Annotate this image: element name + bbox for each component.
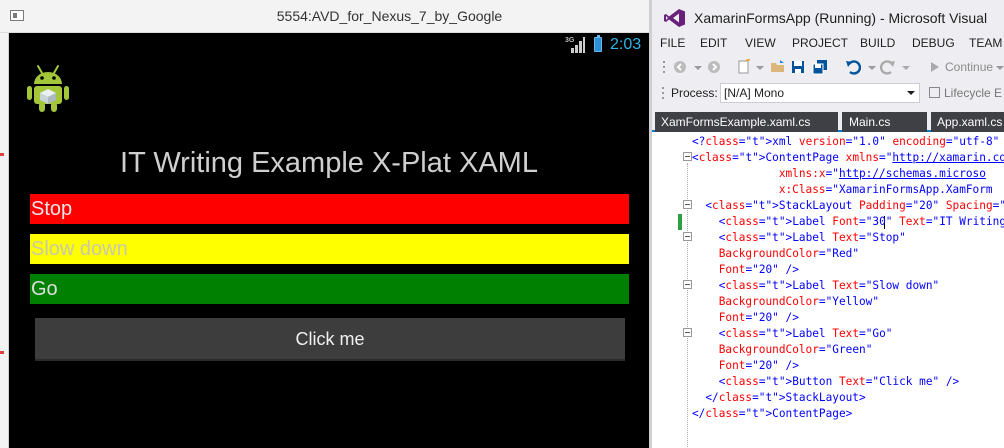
code-line: Font="20" /> [718, 359, 799, 372]
dropdown-arrow-icon[interactable] [752, 59, 768, 75]
menu-project[interactable]: PROJECT [792, 36, 848, 50]
tab-label: Main.cs [849, 115, 891, 129]
outline-collapse-icon[interactable] [683, 152, 692, 161]
menu-view[interactable]: VIEW [745, 36, 776, 50]
code-line: <class="t">Button Text="Click me" /> [692, 375, 960, 388]
vs-debug-location-toolbar: Process: [N/A] Mono Lifecycle E [652, 81, 1004, 106]
outline-collapse-icon[interactable] [683, 328, 692, 337]
code-line: Font="20" /> [718, 311, 799, 324]
menu-team[interactable]: TEAM [969, 36, 1002, 50]
tab-main-cs[interactable]: Main.cs [842, 112, 927, 132]
code-line: BackgroundColor="Red" [718, 247, 860, 260]
redo-icon[interactable] [880, 59, 896, 75]
vs-menu-bar: FILE EDIT VIEW PROJECT BUILD DEBUG TEAM [652, 33, 1004, 53]
visual-studio-window: XamarinFormsApp (Running) - Microsoft Vi… [652, 0, 1004, 448]
stop-label: Stop [30, 194, 629, 224]
code-line: x:Class="XamarinFormsApp.XamForm [778, 183, 993, 196]
outline-collapse-icon[interactable] [683, 280, 692, 289]
go-label: Go [30, 274, 629, 304]
click-me-button[interactable]: Click me [35, 318, 625, 361]
tab-label: App.xaml.cs [937, 115, 1003, 129]
tab-app-xaml-cs[interactable]: App.xaml.cs [931, 112, 1004, 132]
document-tab-strip: XamFormsExample.xaml.cs Main.cs App.xaml… [652, 112, 1004, 132]
navigate-forward-icon[interactable] [706, 59, 722, 75]
android-app-icon [27, 65, 69, 112]
open-folder-icon[interactable] [770, 59, 786, 75]
dropdown-arrow-icon[interactable] [898, 59, 914, 75]
editor-gutter [652, 132, 688, 448]
menu-debug[interactable]: DEBUG [912, 36, 955, 50]
changed-line-marker [678, 214, 682, 230]
visual-studio-logo-icon [664, 9, 685, 27]
tab-label: XamFormsExample.xaml.cs [661, 115, 811, 129]
lifecycle-icon [929, 87, 940, 98]
battery-icon [594, 35, 602, 52]
emulator-window-title: 5554:AVD_for_Nexus_7_by_Google [276, 8, 503, 24]
edge-marker [0, 351, 4, 354]
process-select[interactable]: [N/A] Mono [720, 83, 920, 103]
dropdown-arrow-icon[interactable] [864, 59, 880, 75]
vs-window-title: XamarinFormsApp (Running) - Microsoft Vi… [694, 10, 988, 26]
save-icon[interactable] [790, 59, 806, 75]
outline-collapse-icon[interactable] [683, 232, 692, 241]
process-label: Process: [671, 86, 718, 100]
outline-collapse-icon[interactable] [683, 200, 692, 209]
emulator-window: 5554:AVD_for_Nexus_7_by_Google 3G 2:03 I… [0, 0, 649, 448]
code-line: Font="20" /> [718, 263, 799, 276]
code-line: xmlns:x="http://schemas.microso [778, 167, 986, 180]
android-status-bar: 3G 2:03 [9, 33, 649, 58]
new-item-icon[interactable] [736, 59, 752, 75]
code-line: <?class="t">xml version="1.0" encoding="… [692, 135, 1000, 148]
code-line: BackgroundColor="Green" [718, 343, 873, 356]
continue-label[interactable]: Continue [945, 60, 993, 74]
dropdown-arrow-icon[interactable] [994, 59, 1004, 75]
save-all-icon[interactable] [812, 59, 828, 75]
emulator-side-edge [0, 33, 9, 448]
lifecycle-label: Lifecycle E [944, 86, 1003, 100]
undo-icon[interactable] [845, 59, 861, 75]
tab-xamformsexample-xaml-cs[interactable]: XamFormsExample.xaml.cs [655, 112, 838, 132]
vs-standard-toolbar: Continue [652, 54, 1004, 80]
code-line: </class="t">StackLayout> [692, 391, 866, 404]
code-line: <class="t">StackLayout Padding="20" Spac… [692, 199, 1004, 212]
menu-build[interactable]: BUILD [860, 36, 895, 50]
code-line: BackgroundColor="Yellow" [718, 295, 880, 308]
code-line: <class="t">Label Font="30" Text="IT Writ… [692, 215, 1004, 228]
signal-icon: 3G [565, 37, 585, 53]
dropdown-arrow-icon[interactable] [690, 59, 706, 75]
menu-file[interactable]: FILE [660, 36, 685, 50]
app-title-label: IT Writing Example X-Plat XAML [120, 147, 538, 179]
process-value: [N/A] Mono [724, 86, 785, 100]
device-screen: 3G 2:03 IT Writing Example X-Plat XAML S… [9, 33, 649, 448]
edge-marker [0, 153, 4, 156]
navigate-back-icon[interactable] [672, 59, 688, 75]
code-line: <class="t">Label Text="Go" [692, 327, 893, 340]
continue-icon[interactable] [927, 59, 943, 75]
status-clock: 2:03 [610, 36, 642, 53]
code-editor[interactable]: <?class="t">xml version="1.0" encoding="… [652, 132, 1004, 448]
emulator-title-bar[interactable]: 5554:AVD_for_Nexus_7_by_Google [0, 0, 649, 33]
code-line: <class="t">Label Text="Stop" [692, 231, 906, 244]
lifecycle-events-button[interactable]: Lifecycle E [929, 86, 1002, 100]
vs-title-bar[interactable]: XamarinFormsApp (Running) - Microsoft Vi… [652, 0, 1004, 33]
code-line: </class="t">ContentPage> [692, 407, 853, 420]
code-line: <class="t">ContentPage xmlns="http://xam… [692, 151, 1004, 164]
chevron-down-icon [907, 91, 915, 95]
code-line: <class="t">Label Text="Slow down" [692, 279, 940, 292]
slow-down-label: Slow down [30, 234, 629, 264]
grip-icon [662, 87, 664, 99]
menu-edit[interactable]: EDIT [700, 36, 727, 50]
network-type: 3G [565, 37, 575, 44]
